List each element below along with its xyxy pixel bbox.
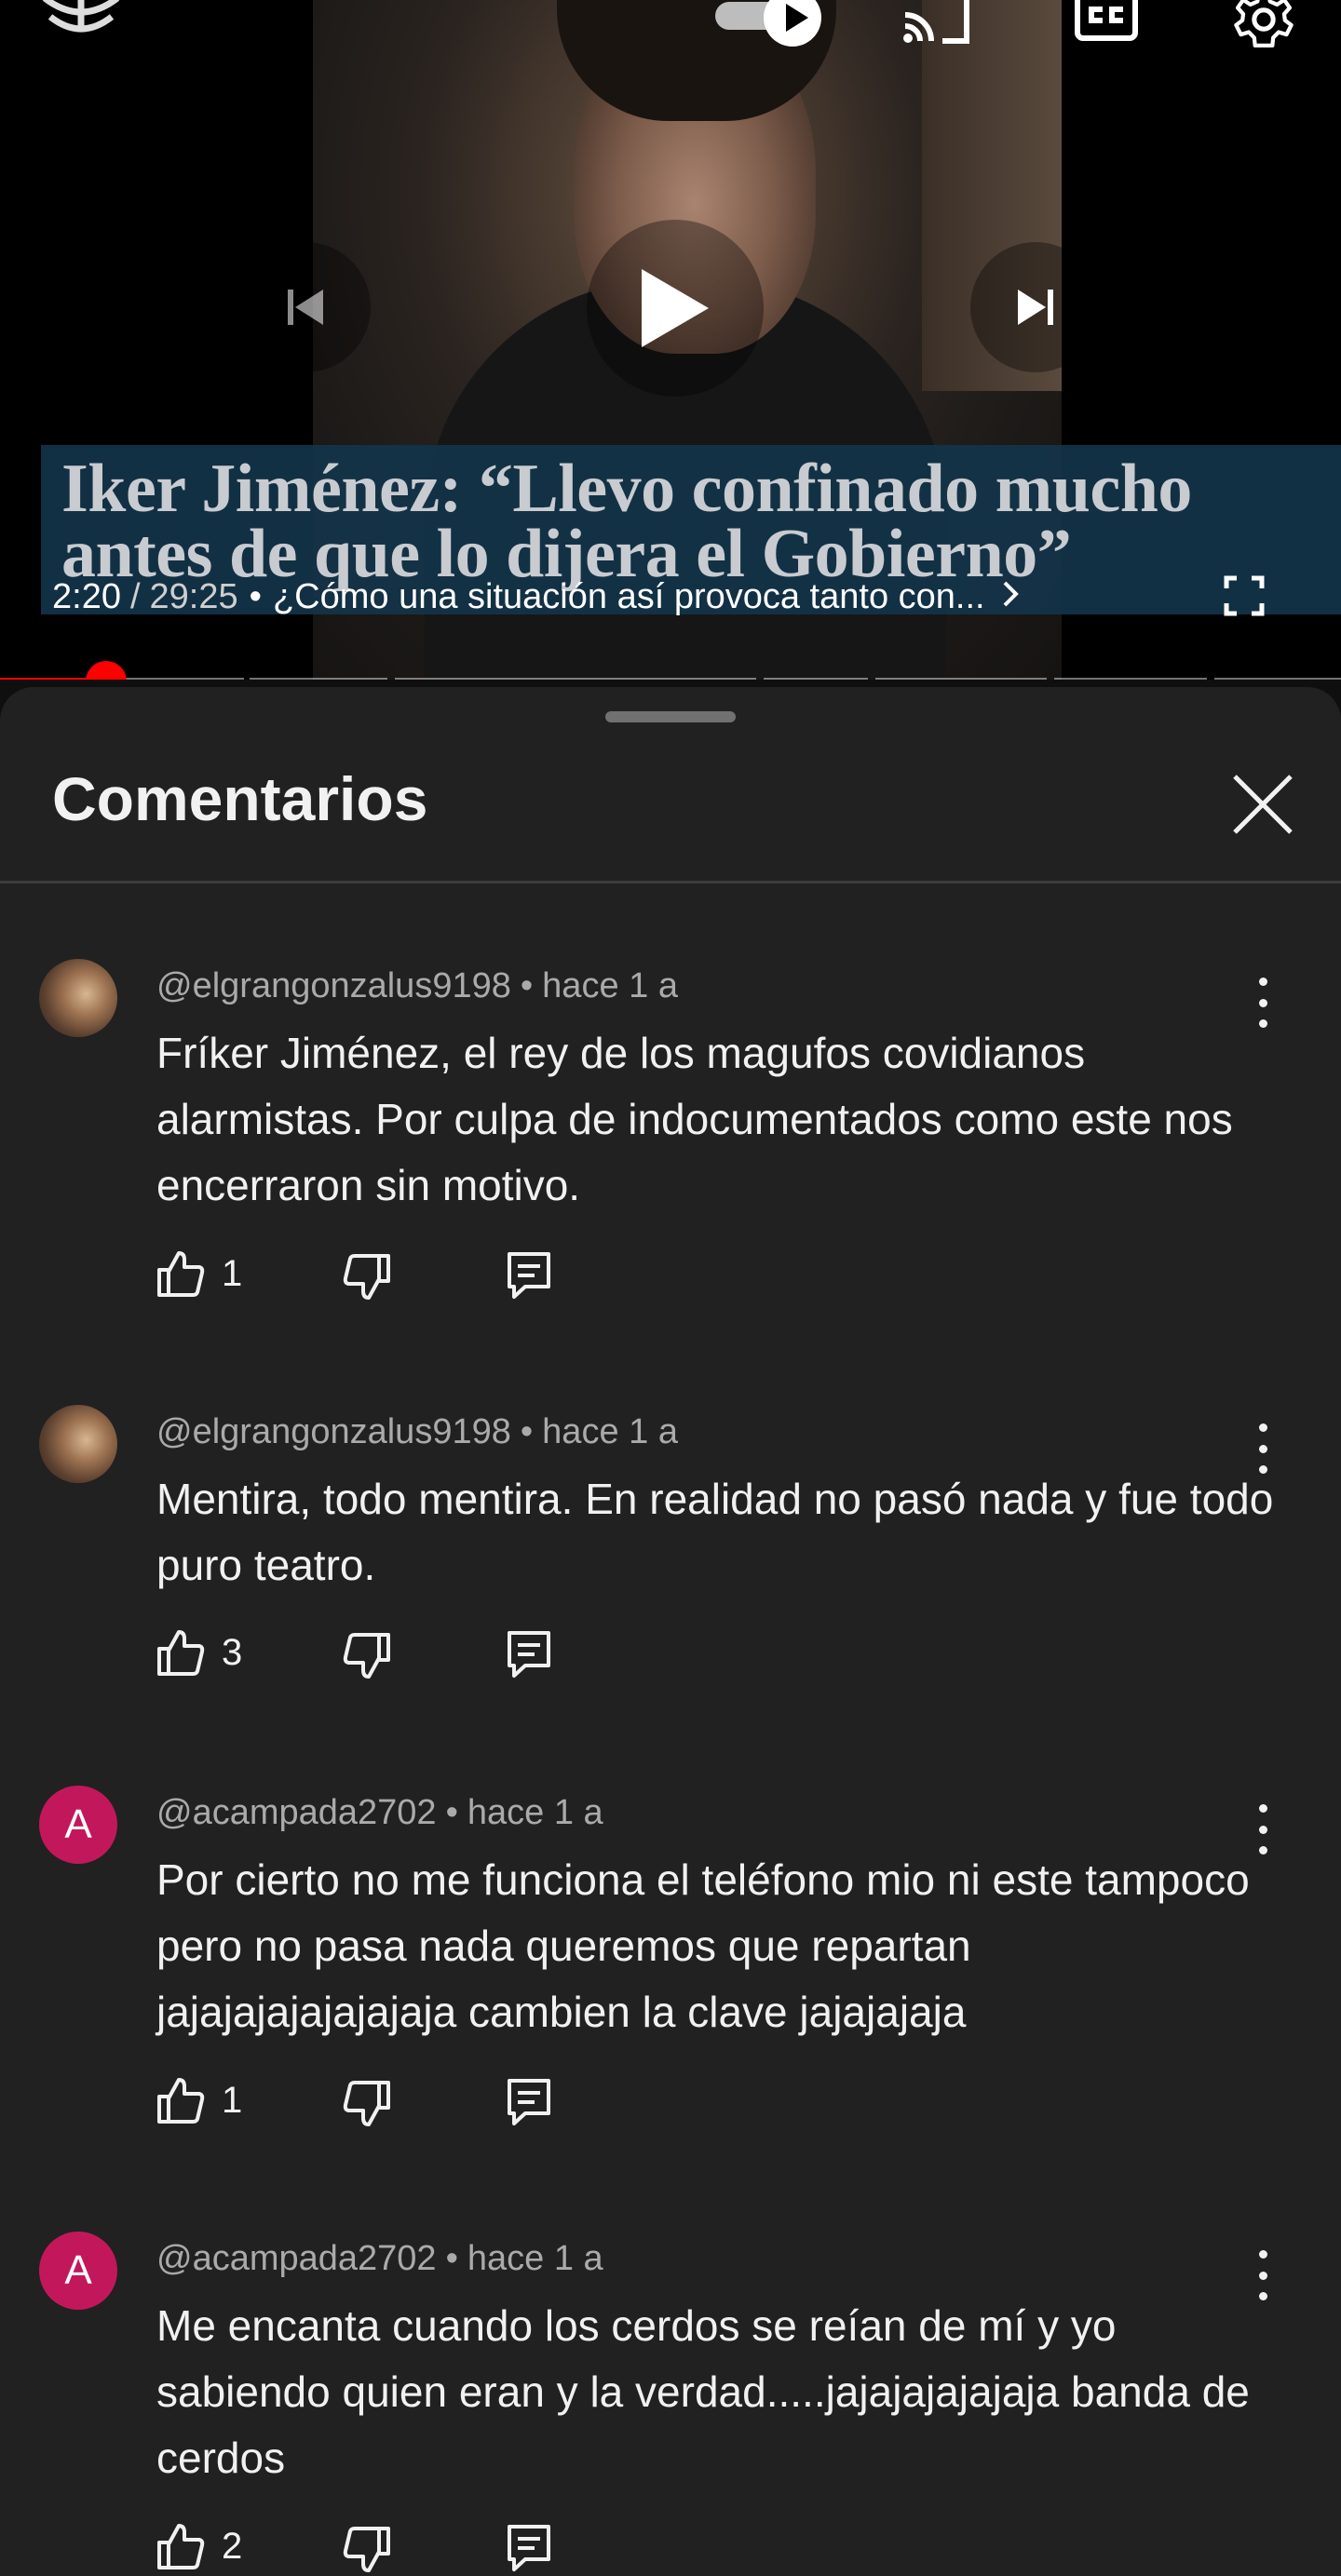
comment-text: Fríker Jiménez, el rey de los magufos co… [156, 1029, 1233, 1209]
thumbs-down-icon[interactable] [343, 1253, 391, 1301]
close-icon[interactable] [1227, 769, 1298, 840]
player-top-bar [0, 0, 1341, 54]
caption-line-1: Iker Jiménez: “Llevo confinado mucho [61, 451, 1192, 527]
panel-divider [0, 881, 1341, 883]
chapter-segment [764, 678, 868, 680]
reply-icon[interactable] [507, 2078, 551, 2126]
reply-icon[interactable] [507, 1251, 551, 1300]
chapter-title[interactable]: ¿Cómo una situación así provoca tanto co… [273, 577, 985, 617]
comment-text: Me encanta cuando los cerdos se reían de… [156, 2301, 1250, 2482]
chapter-segment [395, 678, 756, 680]
autoplay-toggle[interactable] [715, 0, 834, 47]
thumbs-down-icon[interactable] [343, 2080, 391, 2128]
like-count: 1 [222, 2080, 243, 2121]
comments-title: Comentarios [52, 764, 428, 833]
comment-text: Mentira, todo mentira. En realidad no pa… [156, 1475, 1274, 1589]
avatar[interactable] [39, 1405, 117, 1483]
closed-captions-icon[interactable] [1075, 0, 1138, 41]
comment-actions: 1 [156, 2076, 585, 2128]
thumbs-down-icon[interactable] [343, 1632, 391, 1680]
comments-panel: Comentarios @elgrangonzalus9198 • hace 1 a… [0, 687, 1341, 2576]
avatar[interactable] [39, 959, 117, 1037]
comment-author[interactable]: @elgrangonzalus9198 [156, 966, 511, 1005]
thumbs-up-icon[interactable] [156, 1628, 205, 1677]
chapter-segment [250, 678, 387, 680]
chevron-down-icon[interactable] [39, 0, 123, 45]
time-separator: / [129, 576, 141, 616]
like-count: 1 [222, 1253, 243, 1294]
comment-time: hace 1 a [542, 966, 678, 1005]
chapter-segment [875, 678, 1047, 680]
play-button[interactable] [587, 220, 764, 397]
reply-icon[interactable] [507, 2524, 551, 2572]
comment-actions: 1 [156, 1249, 585, 1301]
progress-bar[interactable] [0, 661, 1341, 680]
comment-actions: 3 [156, 1628, 585, 1680]
previous-icon [288, 290, 323, 325]
settings-gear-icon[interactable] [1227, 0, 1300, 50]
chevron-right-icon[interactable] [1000, 577, 1021, 617]
like-count: 2 [222, 2526, 243, 2567]
meta-separator: • [520, 1412, 534, 1451]
autoplay-toggle-icon [764, 0, 821, 47]
comment-text: Por cierto no me funciona el teléfono mi… [156, 1855, 1250, 2036]
play-icon [642, 269, 709, 347]
comment-time: hace 1 a [542, 1412, 678, 1451]
time-and-chapter-row[interactable]: 2:20 / 29:25 • ¿Cómo una situación así p… [52, 572, 1021, 622]
next-icon [1018, 290, 1053, 325]
thumbs-up-icon[interactable] [156, 2076, 205, 2124]
comment-meta: @elgrangonzalus9198 • hace 1 a [156, 1412, 678, 1452]
fullscreen-icon[interactable] [1224, 575, 1265, 616]
comment-author[interactable]: @acampada2702 [156, 1793, 437, 1832]
comment-author[interactable]: @acampada2702 [156, 2239, 437, 2278]
comment-author[interactable]: @elgrangonzalus9198 [156, 1412, 511, 1451]
drag-handle[interactable] [605, 711, 736, 722]
comment-time: hace 1 a [467, 2239, 603, 2278]
chapter-segment [1214, 678, 1341, 680]
reply-icon[interactable] [507, 1630, 551, 1679]
current-time: 2:20 [52, 576, 121, 616]
previous-video-button[interactable] [240, 242, 371, 372]
like-count: 3 [222, 1632, 243, 1673]
thumbs-up-icon[interactable] [156, 2522, 205, 2570]
thumbs-down-icon[interactable] [343, 2526, 391, 2574]
cast-icon[interactable] [901, 0, 972, 45]
thumbs-up-icon[interactable] [156, 1249, 205, 1298]
total-duration: 29:25 [149, 576, 238, 616]
avatar[interactable]: A [39, 2232, 117, 2310]
comment-actions: 2 [156, 2522, 585, 2574]
scrubber-handle[interactable] [86, 661, 128, 680]
avatar[interactable]: A [39, 1786, 117, 1864]
comment-meta: @acampada2702 • hace 1 a [156, 1793, 603, 1833]
meta-separator: • [445, 1793, 458, 1832]
comment-meta: @acampada2702 • hace 1 a [156, 2239, 603, 2279]
chapter-separator: • [249, 576, 262, 616]
next-video-button[interactable] [970, 242, 1101, 372]
comment-meta: @elgrangonzalus9198 • hace 1 a [156, 966, 678, 1006]
chapter-segment [1054, 678, 1207, 680]
meta-separator: • [445, 2239, 458, 2278]
comment-time: hace 1 a [467, 1793, 603, 1832]
video-player[interactable]: Iker Jiménez: “Llevo confinado mucho ant… [0, 0, 1341, 680]
meta-separator: • [520, 966, 534, 1005]
